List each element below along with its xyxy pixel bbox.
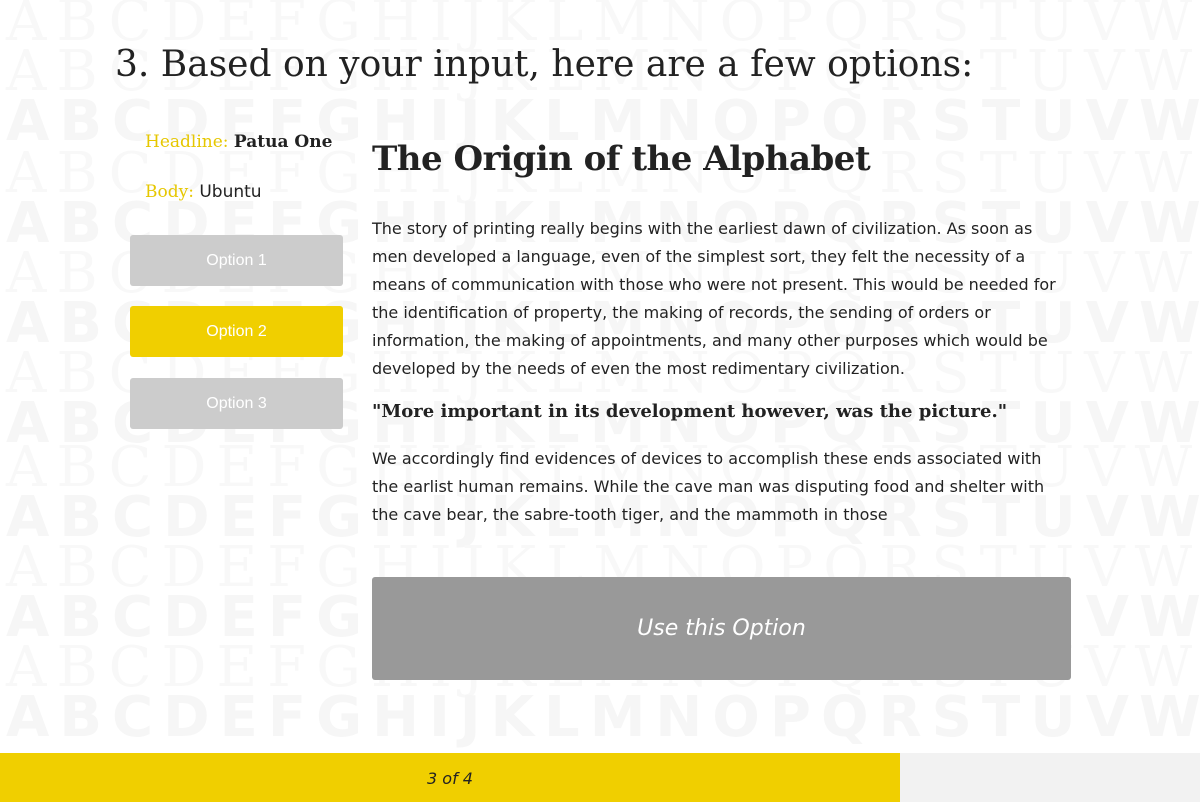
preview-paragraph-1: The story of printing really begins with… (372, 219, 1056, 378)
use-this-option-button[interactable]: Use this Option (372, 577, 1071, 680)
option-1-button[interactable]: Option 1 (130, 235, 343, 286)
option-3-button[interactable]: Option 3 (130, 378, 343, 429)
font-preview-panel: The Origin of the Alphabet The story of … (372, 136, 1072, 529)
step-heading: 3. Based on your input, here are a few o… (115, 44, 974, 85)
progress-bar: 3 of 4 (0, 753, 1200, 802)
preview-title: The Origin of the Alphabet (372, 139, 871, 179)
preview-quote: "More important in its development howev… (372, 401, 1008, 422)
body-font-label: Body: (145, 182, 194, 202)
progress-bar-fill: 3 of 4 (0, 753, 900, 802)
headline-font-info: Headline: Patua One (145, 131, 332, 153)
headline-font-label: Headline: (145, 132, 229, 152)
pattern-row: ABCDEFGHIJKLMNOPQRSTUVWXYZAB (6, 685, 1200, 750)
progress-label: 3 of 4 (427, 769, 473, 788)
body-font-value: Ubuntu (199, 182, 262, 202)
body-font-info: Body: Ubuntu (145, 181, 262, 203)
option-2-button[interactable]: Option 2 (130, 306, 343, 357)
preview-paragraph-2: We accordingly find evidences of devices… (372, 449, 1045, 524)
headline-font-value: Patua One (233, 132, 333, 152)
